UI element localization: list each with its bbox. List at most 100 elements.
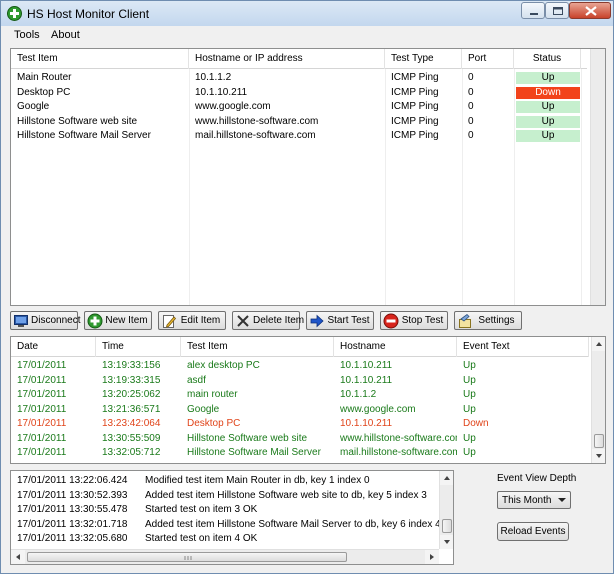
col-test-item[interactable]: Test Item [11,49,189,69]
disconnect-button[interactable]: Disconnect [10,311,81,330]
event-text: Down [463,418,489,429]
test-item-host: 10.1.10.211 [195,86,248,98]
event-test-item: asdf [187,374,206,386]
col-event-text[interactable]: Event Text [457,337,589,357]
log-message: Added test item Hillstone Software web s… [145,489,427,501]
log-timestamp: 17/01/2011 13:22:06.424 [17,475,128,486]
col-hostname[interactable]: Hostname or IP address [189,49,385,69]
new-item-button[interactable]: New Item [84,311,152,330]
log-hscroll-thumb[interactable] [27,552,347,562]
test-item-host: mail.hillstone-software.com [195,130,316,141]
edit-item-label: Edit Item [180,315,221,326]
test-row[interactable]: Google www.google.com ICMP Ping 0 Up [11,100,587,114]
event-row[interactable]: 17/01/2011 13:32:05:712 Hillstone Software… [11,446,589,460]
menu-about[interactable]: About [51,29,80,41]
test-item-name: Main Router [17,72,72,83]
start-test-label: Start Test [327,315,370,326]
event-date: 17/01/2011 [17,360,67,371]
log-vscrollbar[interactable] [439,471,453,549]
stop-test-button[interactable]: Stop Test [380,311,448,330]
log-line: 17/01/2011 13:32:01.718 Added test item H… [17,518,441,532]
event-date: 17/01/2011 [17,403,67,415]
col-date[interactable]: Date [11,337,96,357]
log-timestamp: 17/01/2011 13:30:55.478 [17,504,128,515]
test-item-port: 0 [468,86,474,98]
events-list[interactable]: Date Time Test Item Hostname Event Text … [10,336,606,464]
event-view-depth-label: Event View Depth [497,473,577,484]
start-test-button[interactable]: Start Test [306,311,374,330]
event-text: Up [463,389,476,400]
event-test-item: Hillstone Software web site [187,432,308,444]
log-panel[interactable]: 17/01/2011 13:22:06.424 Modified test ite… [10,470,454,565]
test-row[interactable]: Hillstone Software Mail Server mail.hills… [11,129,587,143]
test-list-scrollbar[interactable] [590,49,605,305]
test-row[interactable]: Desktop PC 10.1.10.211 ICMP Ping 0 Down [11,86,587,100]
test-item-type: ICMP Ping [391,86,439,98]
log-timestamp: 17/01/2011 13:32:05.680 [17,533,128,544]
maximize-button[interactable] [545,2,569,19]
col-port[interactable]: Port [462,49,514,69]
test-item-host: www.hillstone-software.com [195,115,319,127]
title-bar[interactable]: HS Host Monitor Client [1,1,613,26]
test-item-name: Google [17,101,50,112]
event-row[interactable]: 17/01/2011 13:30:55:509 Hillstone Software… [11,432,589,446]
settings-label: Settings [478,315,515,326]
status-badge: Up [516,115,580,128]
log-message: Modified test item Main Router in db, ke… [145,475,370,486]
test-item-name: Hillstone Software web site [17,115,138,127]
stop-test-label: Stop Test [401,315,444,326]
event-test-item: alex desktop PC [187,360,260,371]
status-badge: Up [516,72,580,84]
event-row[interactable]: 17/01/2011 13:21:36:571 Google www.google.c… [11,403,589,417]
col-status[interactable]: Status [514,49,581,69]
event-row[interactable]: 17/01/2011 13:19:33:156 alex desktop PC 10.… [11,359,589,373]
delete-item-button[interactable]: Delete Item [232,311,304,330]
test-row[interactable]: Main Router 10.1.1.2 ICMP Ping 0 Up [11,71,587,85]
window-title: HS Host Monitor Client [27,7,150,21]
events-scroll-thumb[interactable] [594,434,604,448]
minimize-button[interactable] [521,2,545,19]
test-item-port: 0 [468,130,474,141]
event-row[interactable]: 17/01/2011 13:23:42:064 Desktop PC 10.1.10.… [11,417,589,431]
close-button[interactable] [569,2,611,19]
col-event-hostname[interactable]: Hostname [334,337,457,357]
event-date: 17/01/2011 [17,418,67,429]
events-scrollbar[interactable] [591,337,605,463]
test-item-type: ICMP Ping [391,115,439,127]
event-row[interactable]: 17/01/2011 13:20:25:062 main router 10.1.1.… [11,388,589,402]
event-hostname: 10.1.10.211 [340,374,393,386]
settings-button[interactable]: Settings [454,311,522,330]
col-test-type[interactable]: Test Type [385,49,462,69]
edit-item-button[interactable]: Edit Item [158,311,226,330]
log-hscrollbar[interactable] [11,549,439,564]
test-item-type: ICMP Ping [391,72,439,83]
event-text: Up [463,447,476,458]
event-text: Up [463,403,476,415]
reload-events-button[interactable]: Reload Events [497,522,569,541]
new-item-label: New Item [105,315,148,326]
event-view-depth-select[interactable]: This Month [497,491,571,509]
col-event-test-item[interactable]: Test Item [181,337,334,357]
event-text: Up [463,374,476,386]
col-time[interactable]: Time [96,337,181,357]
status-badge: Up [516,101,580,113]
log-vscroll-thumb[interactable] [442,519,452,533]
test-items-list[interactable]: Test Item Hostname or IP address Test Ty… [10,48,606,306]
event-time: 13:19:33:315 [102,374,161,386]
event-text: Up [463,360,476,371]
test-row[interactable]: Hillstone Software web site www.hillstone… [11,115,587,129]
event-row[interactable]: 17/01/2011 13:19:33:315 asdf 10.1.10.211 Up [11,374,589,388]
test-item-name: Hillstone Software Mail Server [17,130,151,141]
disconnect-label: Disconnect [31,315,81,326]
menu-tools[interactable]: Tools [14,29,40,41]
test-item-port: 0 [468,115,474,127]
log-line: 17/01/2011 13:32:05.680 Started test on i… [17,532,437,546]
test-item-port: 0 [468,72,474,83]
pencil-icon [161,313,177,329]
menu-bar: Tools About [7,26,609,45]
event-hostname: www.google.com [340,403,416,415]
test-item-host: www.google.com [195,101,271,112]
event-view-depth-value: This Month [502,495,552,506]
test-item-name: Desktop PC [17,86,71,98]
status-badge: Down [516,86,580,99]
